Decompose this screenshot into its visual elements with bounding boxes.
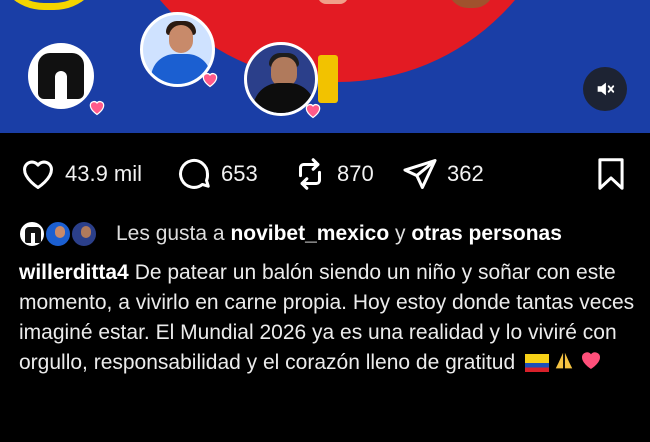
liked-by-prefix: Les gusta a — [116, 222, 225, 245]
heart-icon — [23, 160, 53, 189]
post-caption: willerditta4 De patear un balón siendo un… — [19, 258, 639, 381]
avatar — [18, 220, 46, 248]
send-icon — [403, 159, 437, 189]
repost-button[interactable]: 870 — [291, 152, 374, 196]
repost-icon — [298, 158, 322, 190]
novibet-logo-avatar — [28, 43, 94, 109]
bookmark-icon — [598, 158, 624, 190]
like-button[interactable]: 43.9 mil — [19, 152, 142, 196]
avatar — [70, 220, 98, 248]
liked-by-text: Les gusta a novibet_mexico y otras perso… — [116, 222, 562, 246]
comment-button[interactable]: 653 — [175, 152, 258, 196]
speaker-muted-icon — [597, 82, 615, 96]
repost-count: 870 — [337, 161, 374, 186]
like-count: 43.9 mil — [65, 161, 143, 186]
media-yellow-shape — [0, 0, 104, 10]
liked-by-avatars — [18, 218, 102, 250]
heart-icon — [579, 348, 603, 381]
comment-icon — [179, 158, 210, 189]
heart-icon — [302, 99, 324, 121]
avatar — [44, 220, 72, 248]
save-button[interactable] — [592, 152, 630, 196]
share-count: 362 — [447, 161, 484, 186]
share-button[interactable]: 362 — [401, 152, 484, 196]
liked-by-others-link[interactable]: otras personas — [411, 222, 562, 245]
liked-by-user-link[interactable]: novibet_mexico — [230, 222, 389, 245]
heart-icon — [86, 96, 108, 118]
liked-by-row[interactable]: Les gusta a novibet_mexico y otras perso… — [18, 216, 562, 252]
liked-by-connector: y — [395, 222, 406, 245]
heart-icon — [199, 68, 221, 90]
media-yellow-stripe — [318, 55, 338, 103]
caption-username[interactable]: willerditta4 — [19, 261, 129, 284]
post-media[interactable] — [0, 0, 650, 133]
praying-hands-icon — [553, 350, 575, 381]
mute-button[interactable] — [583, 67, 627, 111]
post-actions: 43.9 mil 653 870 362 — [0, 152, 650, 196]
comment-count: 653 — [221, 161, 258, 186]
flag-colombia-icon — [525, 351, 549, 381]
